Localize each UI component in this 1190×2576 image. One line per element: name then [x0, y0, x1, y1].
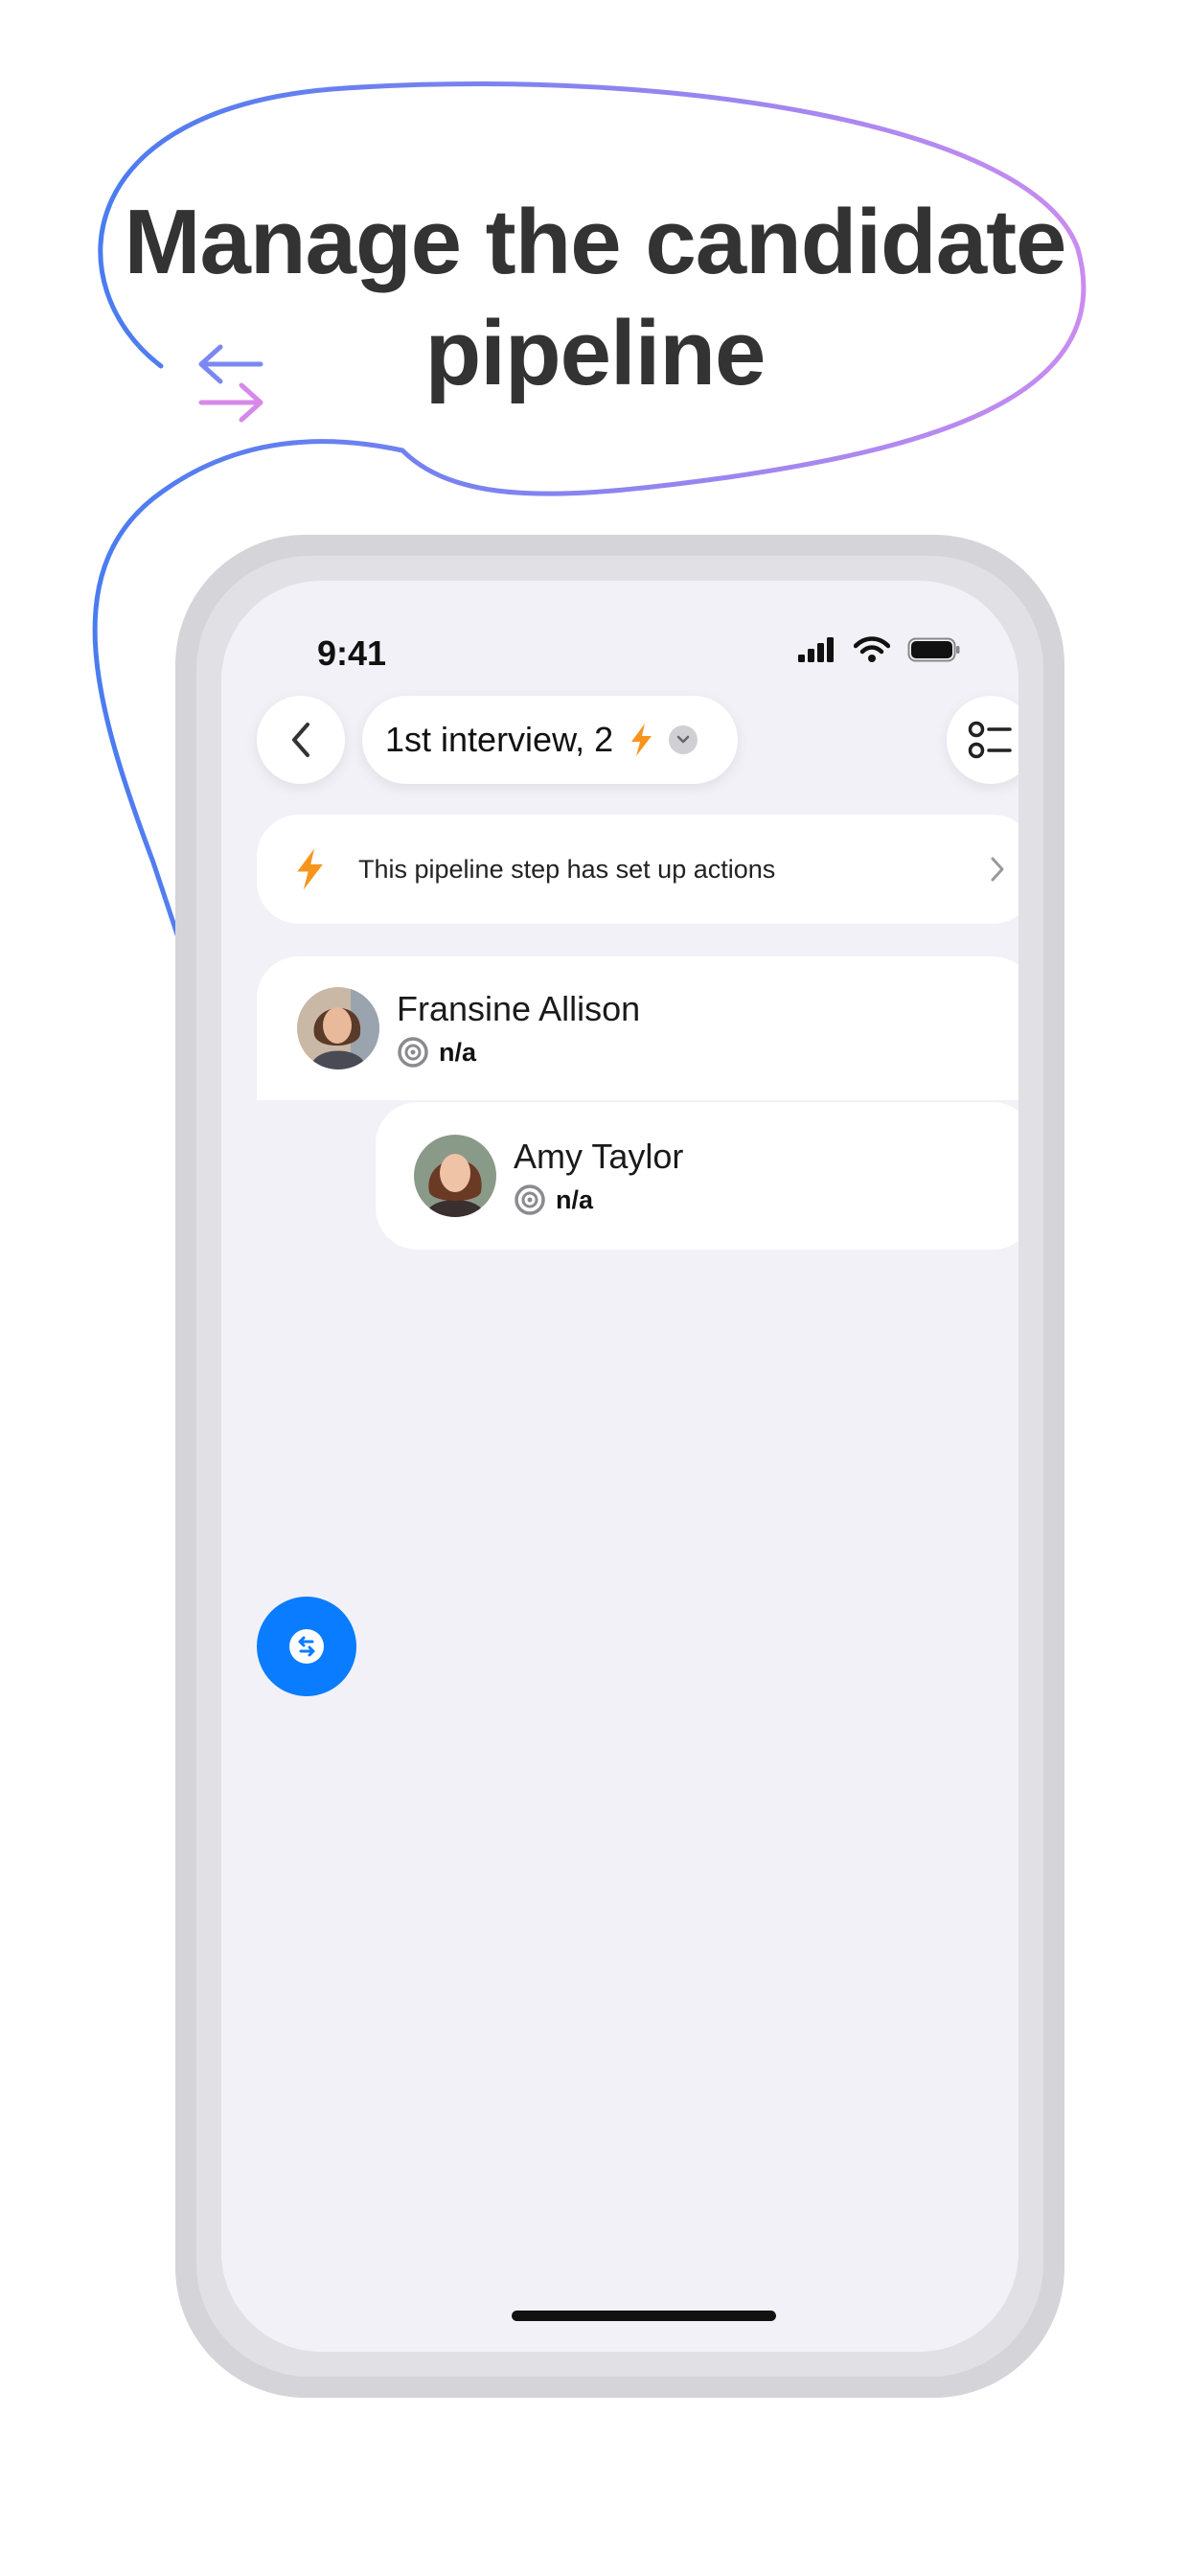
status-icons	[798, 636, 961, 663]
avatar	[297, 987, 379, 1070]
candidate-score: n/a	[439, 1037, 477, 1067]
candidate-score: n/a	[556, 1184, 594, 1214]
phone-bezel: 9:41 1st interview, 2 This pipeline step…	[196, 556, 1043, 2377]
banner-text: This pipeline step has set up actions	[358, 854, 776, 884]
signal-icon	[798, 637, 834, 662]
candidate-card[interactable]: Amy Taylor n/a	[376, 1102, 1018, 1250]
chevron-right-icon	[991, 857, 1004, 882]
move-candidate-button[interactable]	[257, 1597, 356, 1696]
back-button[interactable]	[257, 696, 345, 784]
swap-arrows-icon	[289, 1629, 324, 1664]
avatar	[414, 1135, 496, 1217]
target-icon	[515, 1184, 545, 1215]
chevron-left-icon	[292, 723, 309, 757]
target-icon	[398, 1037, 428, 1068]
list-view-button[interactable]	[947, 696, 1018, 784]
lightning-icon	[297, 848, 323, 890]
stage-label: 1st interview, 2	[385, 720, 614, 759]
lightning-icon	[631, 724, 652, 756]
chevron-down-icon	[676, 735, 690, 744]
headline-line-1: Manage the candidate	[124, 191, 1067, 293]
candidate-card[interactable]: Fransine Allison n/a	[257, 956, 1018, 1100]
candidate-name: Fransine Allison	[397, 989, 641, 1028]
phone-screen: 9:41 1st interview, 2 This pipeline step…	[221, 581, 1018, 2352]
list-view-icon	[968, 721, 1012, 759]
pipeline-stage-selector[interactable]: 1st interview, 2	[362, 696, 738, 784]
home-indicator[interactable]	[512, 2311, 776, 2321]
candidate-name: Amy Taylor	[514, 1137, 684, 1176]
status-time: 9:41	[317, 633, 387, 673]
headline: Manage the candidate pipeline	[0, 187, 1190, 409]
dropdown-toggle[interactable]	[669, 725, 698, 754]
wifi-icon	[854, 636, 890, 662]
battery-icon	[907, 637, 960, 662]
phone-frame: 9:41 1st interview, 2 This pipeline step…	[175, 535, 1064, 2398]
pipeline-actions-banner[interactable]: This pipeline step has set up actions	[257, 815, 1018, 924]
headline-line-2: pipeline	[424, 302, 767, 404]
